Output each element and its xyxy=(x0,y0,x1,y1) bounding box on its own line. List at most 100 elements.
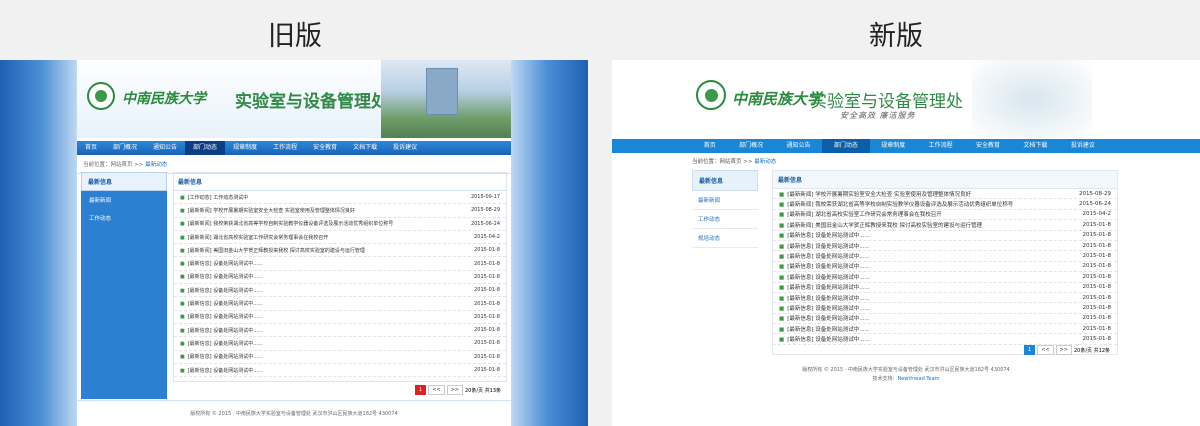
breadcrumb-prefix[interactable]: 当前位置：网站首页 >> xyxy=(83,162,145,168)
news-title[interactable]: [最新信息] 设备处网站测试中...... xyxy=(188,328,263,334)
news-row[interactable]: ■ [最新信息] 设备处网站测试中...... 2015-01-8 xyxy=(174,271,506,285)
news-title[interactable]: [最新新闻] 学校开展暑期实验室安全大检查 实验室使用及管理整体情况良好 xyxy=(787,192,971,198)
news-row[interactable]: ■ [最新信息] 设备处网站测试中...... 2015-01-8 xyxy=(773,262,1117,273)
sidebar-item-training-updates[interactable]: 规培动态 xyxy=(692,229,758,248)
nav-rules[interactable]: 规章制度 xyxy=(225,141,265,155)
nav-notices[interactable]: 通知公告 xyxy=(145,141,185,155)
news-row[interactable]: ■ [最新新闻] 湖北省高校实验室工作研究会常务理事会在我校召开 2015-04-2 xyxy=(773,210,1117,221)
next-page-button[interactable]: >> xyxy=(446,385,463,395)
nav-downloads[interactable]: 文档下载 xyxy=(345,141,385,155)
news-title[interactable]: [最新信息] 设备处网站测试中...... xyxy=(188,274,263,280)
nav-news[interactable]: 部门动态 xyxy=(822,139,870,153)
news-title[interactable]: [最新新闻] 湖北省高校实验室工作研究会常务理事会在我校召开 xyxy=(787,212,942,218)
nav-process[interactable]: 工作流程 xyxy=(265,141,305,155)
news-title[interactable]: [最新信息] 设备处网站测试中...... xyxy=(787,275,870,281)
news-row[interactable]: ■ [最新信息] 设备处网站测试中...... 2015-01-8 xyxy=(773,293,1117,304)
news-row[interactable]: ■ [最新新闻] 学校开展暑期实验室安全大检查 实验室使用及管理整体情况良好 201… xyxy=(773,189,1117,200)
news-title[interactable]: [最新新闻] 湖北省高校实验室工作研究会常务理事会在我校召开 xyxy=(188,235,329,241)
next-page-button[interactable]: >> xyxy=(1055,345,1072,355)
news-row[interactable]: ■ [最新信息] 设备处网站测试中...... 2015-01-8 xyxy=(174,337,506,351)
news-title[interactable]: [最新信息] 设备处网站测试中...... xyxy=(787,254,870,260)
breadcrumb-current: 最新动态 xyxy=(754,159,777,165)
prev-page-button[interactable]: << xyxy=(428,385,445,395)
news-row[interactable]: ■ [最新信息] 设备处网站测试中...... 2015-01-8 xyxy=(773,231,1117,241)
prev-page-button[interactable]: << xyxy=(1037,345,1054,355)
nav-complaints[interactable]: 投诉建议 xyxy=(1059,139,1106,153)
news-row[interactable]: ■ [最新信息] 设备处网站测试中...... 2015-01-8 xyxy=(174,257,506,271)
news-title[interactable]: [最新新闻] 我校荣获湖北省高等学校自制实验教学仪器设备评选及展示活动优秀组织单… xyxy=(787,202,1013,208)
news-title[interactable]: [最新信息] 设备处网站测试中...... xyxy=(787,244,870,250)
nav-notices[interactable]: 通知公告 xyxy=(775,139,822,153)
news-row[interactable]: ■ [最新信息] 设备处网站测试中...... 2015-01-8 xyxy=(773,251,1117,262)
news-row[interactable]: ■ [最新新闻] 我校荣获湖北省高等学校自制实验教学仪器设备评选及展示活动优秀组织… xyxy=(773,199,1117,210)
news-row[interactable]: ■ [最新信息] 设备处网站测试中...... 2015-01-8 xyxy=(773,303,1117,314)
news-row[interactable]: ■ [最新信息] 设备处网站测试中...... 2015-01-8 xyxy=(174,364,506,378)
news-title[interactable]: [最新信息] 设备处网站测试中...... xyxy=(787,306,870,312)
nav-safety[interactable]: 安全教育 xyxy=(305,141,345,155)
news-title[interactable]: [最新信息] 设备处网站测试中...... xyxy=(188,301,263,307)
breadcrumb-prefix[interactable]: 当前位置：网站首页 >> xyxy=(692,159,754,165)
news-row[interactable]: ■ [最新信息] 设备处网站测试中...... 2015-01-8 xyxy=(174,351,506,364)
page-1-button[interactable]: 1 xyxy=(1024,345,1036,355)
news-row[interactable]: ■ [最新信息] 设备处网站测试中...... 2015-01-8 xyxy=(174,311,506,324)
nav-about[interactable]: 部门概况 xyxy=(105,141,145,155)
news-title[interactable]: [最新信息] 设备处网站测试中...... xyxy=(188,314,263,320)
news-title[interactable]: [最新信息] 设备处网站测试中...... xyxy=(188,368,263,374)
news-title[interactable]: [最新信息] 设备处网站测试中...... xyxy=(787,296,870,302)
news-title[interactable]: [最新新闻] 学校开展暑期实验室安全大检查 实验室使用及管理整体情况良好 xyxy=(188,208,355,214)
sidebar-item-work-updates[interactable]: 工作动态 xyxy=(692,210,758,229)
sidebar-item-work-updates[interactable]: 工作动态 xyxy=(81,209,167,227)
news-title[interactable]: [最新信息] 设备处网站测试中...... xyxy=(188,261,263,267)
news-row[interactable]: ■ [最新新闻] 学校开展暑期实验室安全大检查 实验室使用及管理整体情况良好 201… xyxy=(174,204,506,218)
news-row[interactable]: ■ [最新信息] 设备处网站测试中...... 2015-01-8 xyxy=(773,314,1117,325)
news-title[interactable]: [最新新闻] 美国旧金山大学贺正辉教授来我校 探讨高校实验室的建设与运行管理 xyxy=(188,248,365,254)
sidebar-item-latest-news[interactable]: 最新新闻 xyxy=(81,191,167,209)
news-title[interactable]: [工作动态] 工作动态测试中 xyxy=(188,195,249,201)
news-title[interactable]: [最新新闻] 我校荣获湖北省高等学校自制实验教学仪器设备评选及展示活动优秀组织单… xyxy=(188,221,394,227)
news-title-wrap: ■ [最新信息] 设备处网站测试中...... xyxy=(779,304,870,312)
news-row[interactable]: ■ [最新信息] 设备处网站测试中...... 2015-01-8 xyxy=(773,272,1117,283)
university-emblem-icon[interactable] xyxy=(87,82,115,110)
nav-rules[interactable]: 规章制度 xyxy=(870,139,917,153)
campus-building-image xyxy=(381,60,511,138)
nav-process[interactable]: 工作流程 xyxy=(917,139,964,153)
nav-home[interactable]: 首页 xyxy=(692,139,727,153)
news-title[interactable]: [最新信息] 设备处网站测试中...... xyxy=(188,341,263,347)
university-emblem-icon[interactable] xyxy=(696,80,726,110)
news-title[interactable]: [最新信息] 设备处网站测试中...... xyxy=(188,354,263,360)
news-row[interactable]: ■ [最新信息] 设备处网站测试中...... 2015-01-8 xyxy=(773,241,1117,252)
page-info: 20条/页 共13条 xyxy=(465,387,501,394)
news-date: 2015-08-29 xyxy=(470,207,500,214)
support-team-link[interactable]: Newthread Team xyxy=(897,376,939,382)
news-row[interactable]: ■ [最新信息] 设备处网站测试中...... 2015-01-8 xyxy=(174,324,506,338)
news-row[interactable]: ■ [最新新闻] 美国旧金山大学贺正辉教授来我校 探讨高校实验室的建设与运行管理 2… xyxy=(174,244,506,258)
news-title[interactable]: [最新信息] 设备处网站测试中...... xyxy=(188,288,263,294)
news-title[interactable]: [最新信息] 设备处网站测试中...... xyxy=(787,285,870,291)
old-header: 中南民族大学 实验室与设备管理处 xyxy=(77,60,511,138)
news-title[interactable]: [最新信息] 设备处网站测试中...... xyxy=(787,327,870,333)
news-row[interactable]: ■ [最新新闻] 美国旧金山大学贺正辉教授来我校 探讨高校实验室的建设与运行管理 2… xyxy=(773,220,1117,231)
nav-home[interactable]: 首页 xyxy=(77,141,105,155)
news-row[interactable]: ■ [工作动态] 工作动态测试中 2015-09-17 xyxy=(174,191,506,205)
sidebar-item-latest-news[interactable]: 最新新闻 xyxy=(692,191,758,210)
news-row[interactable]: ■ [最新新闻] 湖北省高校实验室工作研究会常务理事会在我校召开 2015-04-2 xyxy=(174,231,506,245)
news-row[interactable]: ■ [最新信息] 设备处网站测试中...... 2015-01-8 xyxy=(174,297,506,311)
news-row[interactable]: ■ [最新信息] 设备处网站测试中...... 2015-01-8 xyxy=(773,283,1117,293)
nav-downloads[interactable]: 文档下载 xyxy=(1012,139,1059,153)
news-title[interactable]: [最新信息] 设备处网站测试中...... xyxy=(787,264,870,270)
nav-news[interactable]: 部门动态 xyxy=(185,141,226,155)
news-title[interactable]: [最新新闻] 美国旧金山大学贺正辉教授来我校 探讨高校实验室的建设与运行管理 xyxy=(787,223,982,229)
footer-copyright: 版权所有 © 2015 · 中南民族大学实验室与设备管理处 武汉市洪山区民族大道… xyxy=(802,367,1010,373)
news-title[interactable]: [最新信息] 设备处网站测试中...... xyxy=(787,337,870,343)
news-date: 2015-01-8 xyxy=(474,327,500,334)
news-row[interactable]: ■ [最新信息] 设备处网站测试中...... 2015-01-8 xyxy=(773,324,1117,335)
news-row[interactable]: ■ [最新新闻] 我校荣获湖北省高等学校自制实验教学仪器设备评选及展示活动优秀组织… xyxy=(174,218,506,231)
nav-about[interactable]: 部门概况 xyxy=(727,139,774,153)
nav-complaints[interactable]: 投诉建议 xyxy=(385,141,425,155)
news-title[interactable]: [最新信息] 设备处网站测试中...... xyxy=(787,316,870,322)
news-row[interactable]: ■ [最新信息] 设备处网站测试中...... 2015-01-8 xyxy=(174,284,506,298)
nav-safety[interactable]: 安全教育 xyxy=(964,139,1011,153)
news-title[interactable]: [最新信息] 设备处网站测试中...... xyxy=(787,233,870,239)
page-1-button[interactable]: 1 xyxy=(415,385,427,395)
old-main-nav: 首页 部门概况 通知公告 部门动态 规章制度 工作流程 安全教育 文档下载 投诉… xyxy=(77,141,511,155)
